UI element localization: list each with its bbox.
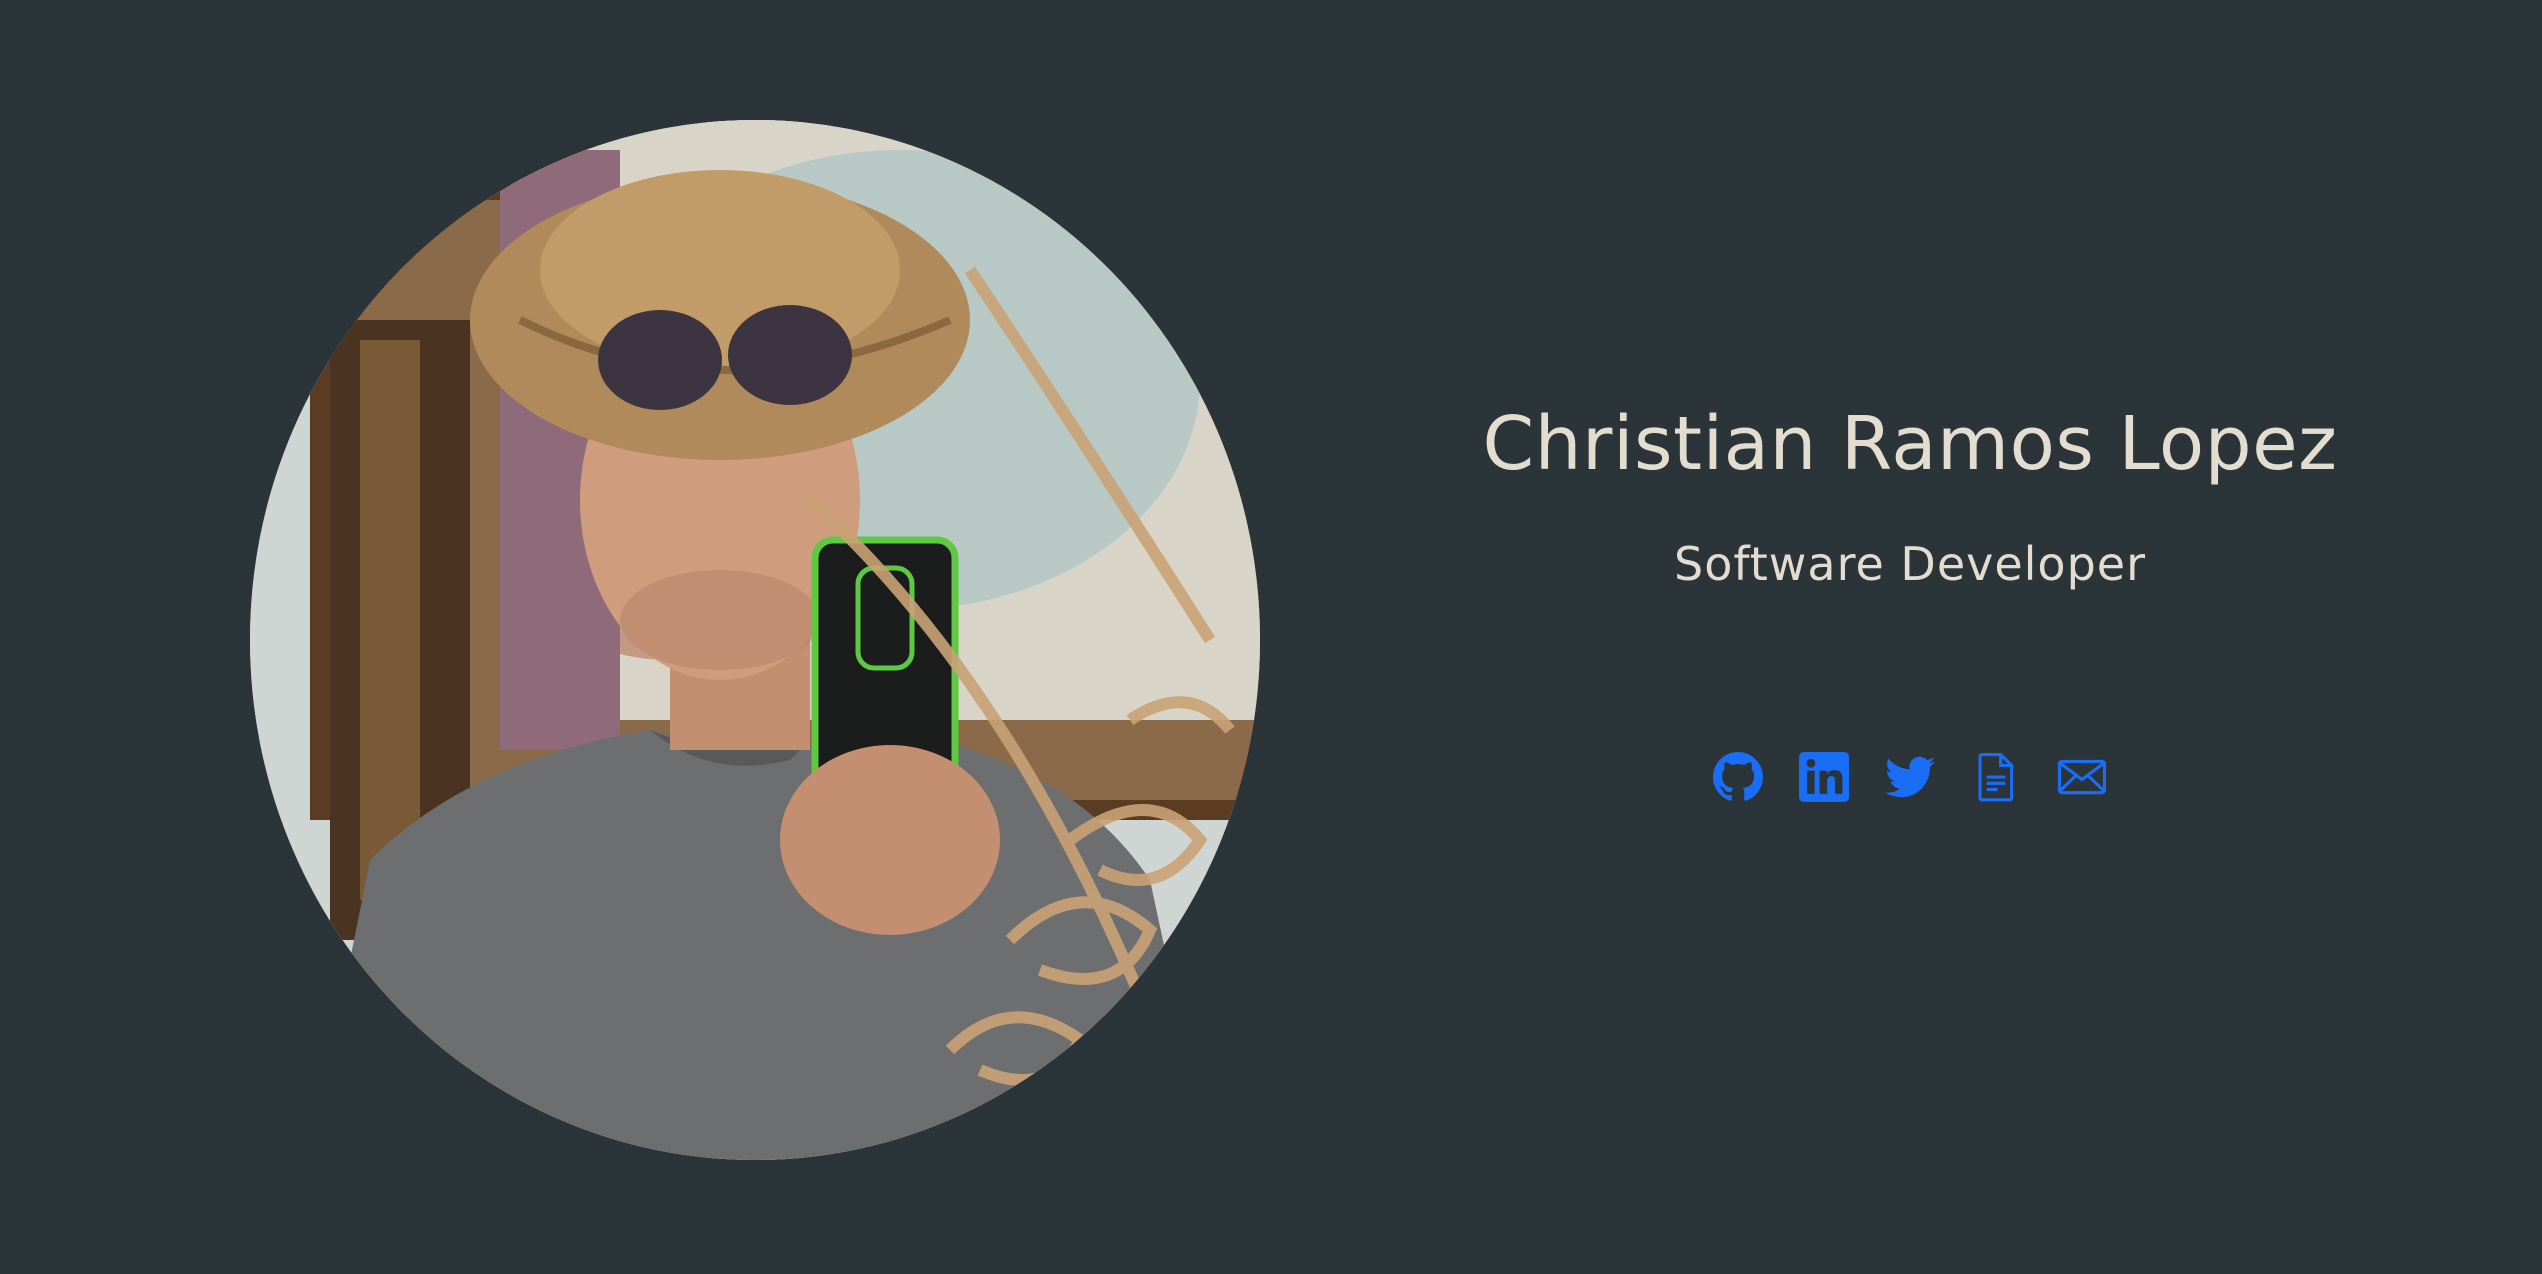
social-links — [1420, 751, 2400, 803]
profile-name: Christian Ramos Lopez — [1482, 401, 2338, 487]
linkedin-link[interactable] — [1798, 751, 1850, 803]
resume-icon — [1978, 752, 2014, 802]
email-link[interactable] — [2056, 751, 2108, 803]
profile-photo — [250, 120, 1260, 1160]
github-link[interactable] — [1712, 751, 1764, 803]
profile-photo-illustration — [250, 120, 1260, 1160]
hero-section: Christian Ramos Lopez Software Developer — [1420, 400, 2400, 803]
twitter-icon — [1885, 756, 1935, 798]
email-icon — [2057, 759, 2107, 794]
github-icon — [1713, 751, 1763, 801]
twitter-link[interactable] — [1884, 751, 1936, 803]
linkedin-icon — [1799, 751, 1849, 802]
resume-link[interactable] — [1970, 751, 2022, 803]
profile-title: Software Developer — [1674, 536, 2146, 591]
page: Christian Ramos Lopez Software Developer — [0, 0, 2542, 1274]
